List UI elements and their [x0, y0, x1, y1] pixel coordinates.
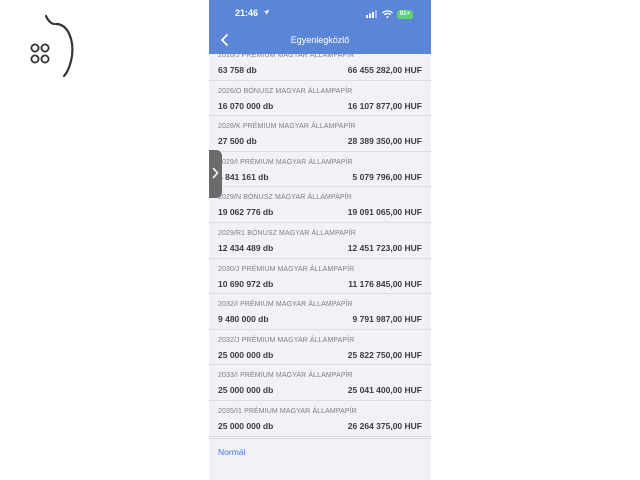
normal-view-link[interactable]: Normál — [218, 447, 245, 457]
wifi-icon — [381, 10, 393, 18]
list-item[interactable]: 2032/I PRÉMIUM MAGYAR ÁLLAMPAPÍR 9 480 00… — [209, 294, 431, 330]
security-name: 2026/O BÓNUSZ MAGYAR ÁLLAMPAPÍR — [218, 87, 353, 95]
security-quantity: 25 000 000 db — [218, 349, 274, 360]
security-value: 28 389 350,00 HUF — [347, 136, 422, 147]
apple-clover-logo-icon — [30, 14, 74, 78]
security-value: 26 264 375,00 HUF — [347, 420, 422, 431]
security-value: 5 079 796,00 HUF — [352, 171, 422, 182]
security-name: 2030/J PRÉMIUM MAGYAR ÁLLAMPAPÍR — [218, 265, 355, 273]
list-item[interactable]: 2026/O BÓNUSZ MAGYAR ÁLLAMPAPÍR 16 070 00… — [209, 81, 431, 117]
battery-icon: 91+ — [396, 9, 413, 19]
signal-icon — [365, 10, 377, 18]
security-quantity: 9 480 000 db — [218, 314, 269, 325]
list-item[interactable]: 2035/I1 PRÉMIUM MAGYAR ÁLLAMPAPÍR 25 000 … — [209, 401, 431, 437]
security-value: 11 176 845,00 HUF — [348, 278, 422, 289]
security-name: 2029/I PRÉMIUM MAGYAR ÁLLAMPAPÍR — [218, 158, 353, 166]
list-item[interactable]: 2032/J PRÉMIUM MAGYAR ÁLLAMPAPÍR 25 000 0… — [209, 330, 431, 366]
security-quantity: 10 690 972 db — [218, 278, 274, 289]
security-value: 12 451 723,00 HUF — [347, 242, 422, 253]
location-arrow-icon — [263, 9, 270, 15]
security-value: 19 091 065,00 HUF — [347, 207, 422, 218]
security-quantity: 63 758 db — [218, 65, 257, 75]
security-value: 9 791 987,00 HUF — [352, 314, 422, 325]
security-value: 66 455 282,00 HUF — [347, 65, 422, 75]
footer-bar: Normál — [209, 438, 431, 480]
security-name: 2026/J PRÉMIUM MAGYAR ÁLLAMPAPÍR — [218, 54, 355, 59]
list-item[interactable]: 2026/J PRÉMIUM MAGYAR ÁLLAMPAPÍR 63 758 d… — [209, 54, 431, 81]
chevron-right-icon — [212, 167, 219, 179]
security-quantity: 19 062 776 db — [218, 207, 274, 218]
security-name: 2032/I PRÉMIUM MAGYAR ÁLLAMPAPÍR — [218, 301, 353, 309]
security-value: 25 822 750,00 HUF — [347, 349, 422, 360]
security-name: 2035/I1 PRÉMIUM MAGYAR ÁLLAMPAPÍR — [218, 407, 357, 415]
list-item[interactable]: 2029/R1 BÓNUSZ MAGYAR ÁLLAMPAPÍR 12 434 4… — [209, 223, 431, 259]
list-item[interactable]: 2028/K PRÉMIUM MAGYAR ÁLLAMPAPÍR 27 500 d… — [209, 116, 431, 152]
page-title: Egyenlegközlő — [290, 35, 350, 45]
list-item[interactable]: 2030/J PRÉMIUM MAGYAR ÁLLAMPAPÍR 10 690 9… — [209, 259, 431, 295]
navigation-bar: Egyenlegközlő — [209, 27, 431, 54]
list-item[interactable]: 2033/I PRÉMIUM MAGYAR ÁLLAMPAPÍR 25 000 0… — [209, 365, 431, 401]
security-value: 16 107 877,00 HUF — [347, 100, 422, 111]
security-quantity: 25 000 000 db — [218, 420, 274, 431]
list-item[interactable]: 2029/I PRÉMIUM MAGYAR ÁLLAMPAPÍR 4 841 16… — [209, 152, 431, 188]
security-name: 2029/R1 BÓNUSZ MAGYAR ÁLLAMPAPÍR — [218, 229, 356, 237]
status-icons: 91+ — [365, 9, 413, 19]
security-name: 2032/J PRÉMIUM MAGYAR ÁLLAMPAPÍR — [218, 336, 355, 344]
list-item[interactable]: 2029/N BÓNUSZ MAGYAR ÁLLAMPAPÍR 19 062 77… — [209, 187, 431, 223]
security-quantity: 12 434 489 db — [218, 242, 274, 253]
status-time: 21:46 — [235, 8, 259, 18]
security-quantity: 25 000 000 db — [218, 385, 274, 396]
side-panel-handle[interactable] — [209, 150, 222, 198]
security-name: 2028/K PRÉMIUM MAGYAR ÁLLAMPAPÍR — [218, 123, 356, 131]
phone-screen: 21:46 91+ Egyenlegközlő 2026/J PRÉMIUM M… — [209, 0, 431, 480]
security-value: 25 041 400,00 HUF — [347, 385, 422, 396]
security-name: 2033/I PRÉMIUM MAGYAR ÁLLAMPAPÍR — [218, 372, 353, 380]
holdings-list[interactable]: 2026/J PRÉMIUM MAGYAR ÁLLAMPAPÍR 63 758 d… — [209, 54, 431, 438]
security-quantity: 27 500 db — [218, 136, 257, 147]
security-quantity: 4 841 161 db — [218, 171, 269, 182]
security-name: 2029/N BÓNUSZ MAGYAR ÁLLAMPAPÍR — [218, 194, 352, 202]
security-quantity: 16 070 000 db — [218, 100, 274, 111]
status-bar: 21:46 91+ — [209, 0, 431, 27]
